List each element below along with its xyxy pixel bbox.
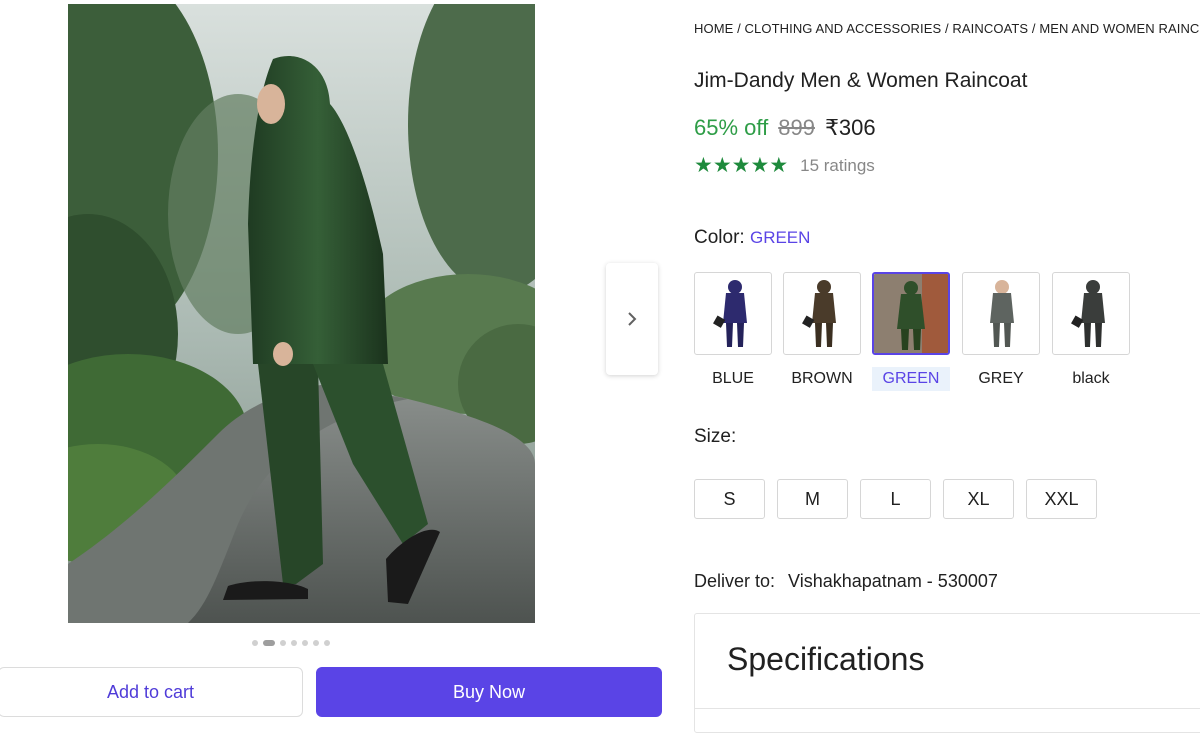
delivery-info[interactable]: Deliver to: Vishakhapatnam - 530007 — [694, 571, 998, 592]
star-icon: ★ — [731, 154, 751, 177]
size-option-m[interactable]: M — [777, 479, 848, 519]
specifications-section: Specifications — [694, 613, 1200, 733]
color-label-text: Color: — [694, 227, 745, 248]
star-icon: ★ — [750, 154, 770, 177]
mrp-price: 899 — [778, 115, 815, 140]
gallery-dot-active[interactable] — [263, 640, 275, 646]
star-rating: ★ ★ ★ ★ ★ — [694, 154, 789, 177]
swatch-label-black[interactable]: black — [1052, 367, 1130, 391]
star-icon: ★ — [694, 154, 713, 177]
next-image-button[interactable] — [606, 263, 658, 375]
gallery-dot[interactable] — [324, 640, 330, 646]
ratings-count[interactable]: 15 ratings — [800, 156, 875, 176]
swatch-black[interactable] — [1052, 272, 1130, 355]
breadcrumb-home[interactable]: HOME — [694, 21, 733, 36]
delivery-label: Deliver to: — [694, 571, 776, 591]
gallery-dot[interactable] — [252, 640, 258, 646]
gallery-dot[interactable] — [302, 640, 308, 646]
breadcrumb-separator: / — [1028, 21, 1040, 36]
product-title: Jim-Dandy Men & Women Raincoat — [694, 69, 1028, 92]
raincoat-figure-brown — [802, 280, 836, 347]
breadcrumb-clothing[interactable]: CLOTHING AND ACCESSORIES — [745, 21, 942, 36]
breadcrumb-separator: / — [733, 21, 745, 36]
breadcrumb-separator: / — [941, 21, 953, 36]
size-option-l[interactable]: L — [860, 479, 931, 519]
swatch-green[interactable] — [872, 272, 950, 355]
star-icon: ★ — [769, 154, 789, 177]
chevron-right-icon — [628, 312, 637, 326]
selected-color: GREEN — [749, 228, 811, 247]
star-icon: ★ — [712, 154, 732, 177]
raincoat-figure-green — [874, 274, 948, 353]
breadcrumb-raincoats[interactable]: RAINCOATS — [952, 21, 1028, 36]
size-option-xxl[interactable]: XXL — [1026, 479, 1097, 519]
raincoat-figure-black — [1071, 280, 1105, 347]
size-option-s[interactable]: S — [694, 479, 765, 519]
size-option-xl[interactable]: XL — [943, 479, 1014, 519]
swatch-label-brown[interactable]: BROWN — [783, 367, 861, 391]
color-label: Color: GREEN — [694, 227, 810, 249]
specifications-title: Specifications — [727, 641, 925, 677]
gallery-dot[interactable] — [313, 640, 319, 646]
rating-row: ★ ★ ★ ★ ★ 15 ratings — [694, 154, 875, 177]
gallery-dot[interactable] — [280, 640, 286, 646]
swatch-brown[interactable] — [783, 272, 861, 355]
gallery-dots — [252, 639, 330, 647]
add-to-cart-button[interactable]: Add to cart — [0, 667, 303, 717]
raincoat-figure-blue — [713, 280, 747, 347]
product-image[interactable] — [68, 4, 535, 623]
raincoat-photo — [68, 4, 535, 623]
swatch-blue[interactable] — [694, 272, 772, 355]
swatch-label-green[interactable]: GREEN — [872, 367, 950, 391]
swatch-label-grey[interactable]: GREY — [962, 367, 1040, 391]
swatch-grey[interactable] — [962, 272, 1040, 355]
buy-now-button[interactable]: Buy Now — [316, 667, 662, 717]
divider — [695, 708, 1200, 709]
selling-price: ₹306 — [824, 115, 876, 140]
discount-badge: 65% off — [694, 115, 769, 140]
price-row: 65% off 899 ₹306 — [694, 115, 876, 141]
gallery-dot[interactable] — [291, 640, 297, 646]
swatch-label-blue[interactable]: BLUE — [694, 367, 772, 391]
raincoat-figure-grey — [990, 280, 1014, 347]
size-label: Size: — [694, 426, 737, 447]
breadcrumb: HOME / CLOTHING AND ACCESSORIES / RAINCO… — [694, 21, 1200, 36]
breadcrumb-men-women-raincoats[interactable]: MEN AND WOMEN RAINCOATS — [1039, 21, 1200, 36]
delivery-location: Vishakhapatnam - 530007 — [788, 571, 998, 591]
